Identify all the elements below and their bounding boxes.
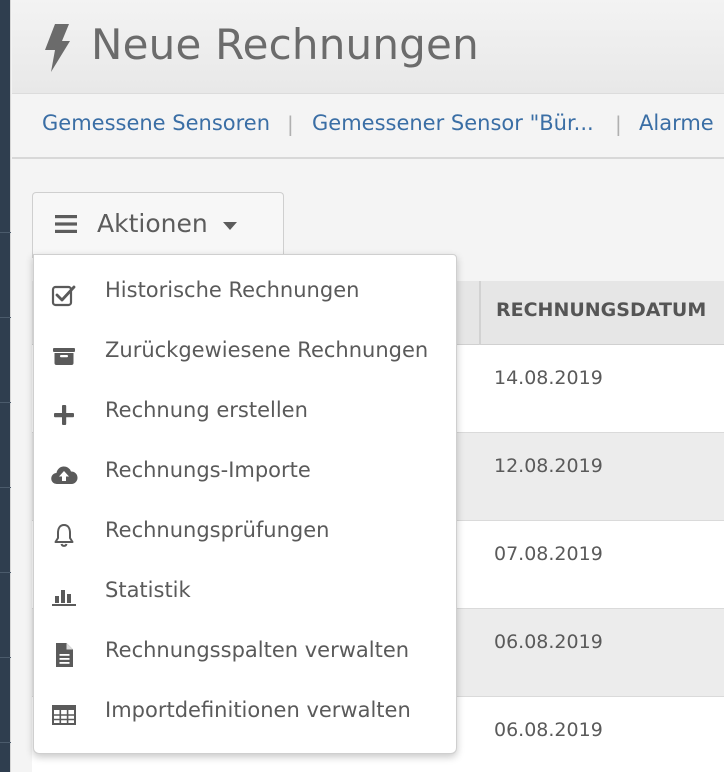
menu-item-rechnungs-importe[interactable]: Rechnungs-Importe	[34, 445, 456, 505]
breadcrumb-separator: |	[287, 112, 294, 136]
breadcrumb-gemessene-sensoren[interactable]: Gemessene Sensoren	[42, 111, 270, 135]
column-header-rechnungsdatum[interactable]: RECHNUNGSDATUM	[479, 281, 724, 345]
plus-icon	[54, 405, 74, 425]
hamburger-menu-icon	[55, 215, 77, 233]
bolt-icon	[45, 24, 70, 72]
menu-item-rechnungspruefungen[interactable]: Rechnungsprüfungen	[34, 505, 456, 565]
menu-item-historische-rechnungen[interactable]: Historische Rechnungen	[34, 265, 456, 325]
menu-item-rechnung-erstellen[interactable]: Rechnung erstellen	[34, 385, 456, 445]
page-title: Neue Rechnungen	[91, 20, 479, 69]
bell-icon	[54, 524, 74, 547]
actions-label: Aktionen	[97, 209, 208, 238]
sidebar-edge	[0, 0, 11, 772]
invoice-date: 14.08.2019	[494, 367, 603, 389]
checkbox-icon	[51, 285, 76, 307]
invoice-date: 12.08.2019	[494, 455, 603, 477]
menu-item-statistik[interactable]: Statistik	[34, 565, 456, 625]
actions-dropdown-button[interactable]: Aktionen	[32, 192, 284, 258]
cloud-upload-icon	[51, 466, 78, 485]
document-icon	[56, 643, 73, 667]
invoice-date: 07.08.2019	[494, 543, 603, 565]
caret-down-icon	[223, 222, 237, 230]
inbox-icon	[53, 348, 75, 365]
table-icon	[52, 705, 76, 725]
breadcrumb-gemessener-sensor[interactable]: Gemessener Sensor "Bür...	[312, 111, 594, 135]
breadcrumb: Gemessene Sensoren | Gemessener Sensor "…	[12, 95, 724, 159]
invoice-date: 06.08.2019	[494, 719, 603, 741]
breadcrumb-alarme[interactable]: Alarme	[639, 111, 714, 135]
menu-item-importdefinitionen-verwalten[interactable]: Importdefinitionen verwalten	[34, 685, 456, 745]
invoice-date: 06.08.2019	[494, 631, 603, 653]
actions-dropdown-menu: Historische Rechnungen Zurückgewiesene R…	[33, 254, 457, 754]
bar-chart-icon	[52, 590, 76, 606]
menu-item-rechnungsspalten-verwalten[interactable]: Rechnungsspalten verwalten	[34, 625, 456, 685]
menu-item-zurueckgewiesene-rechnungen[interactable]: Zurückgewiesene Rechnungen	[34, 325, 456, 385]
breadcrumb-separator: |	[615, 112, 622, 136]
page-header: Neue Rechnungen	[12, 0, 724, 94]
